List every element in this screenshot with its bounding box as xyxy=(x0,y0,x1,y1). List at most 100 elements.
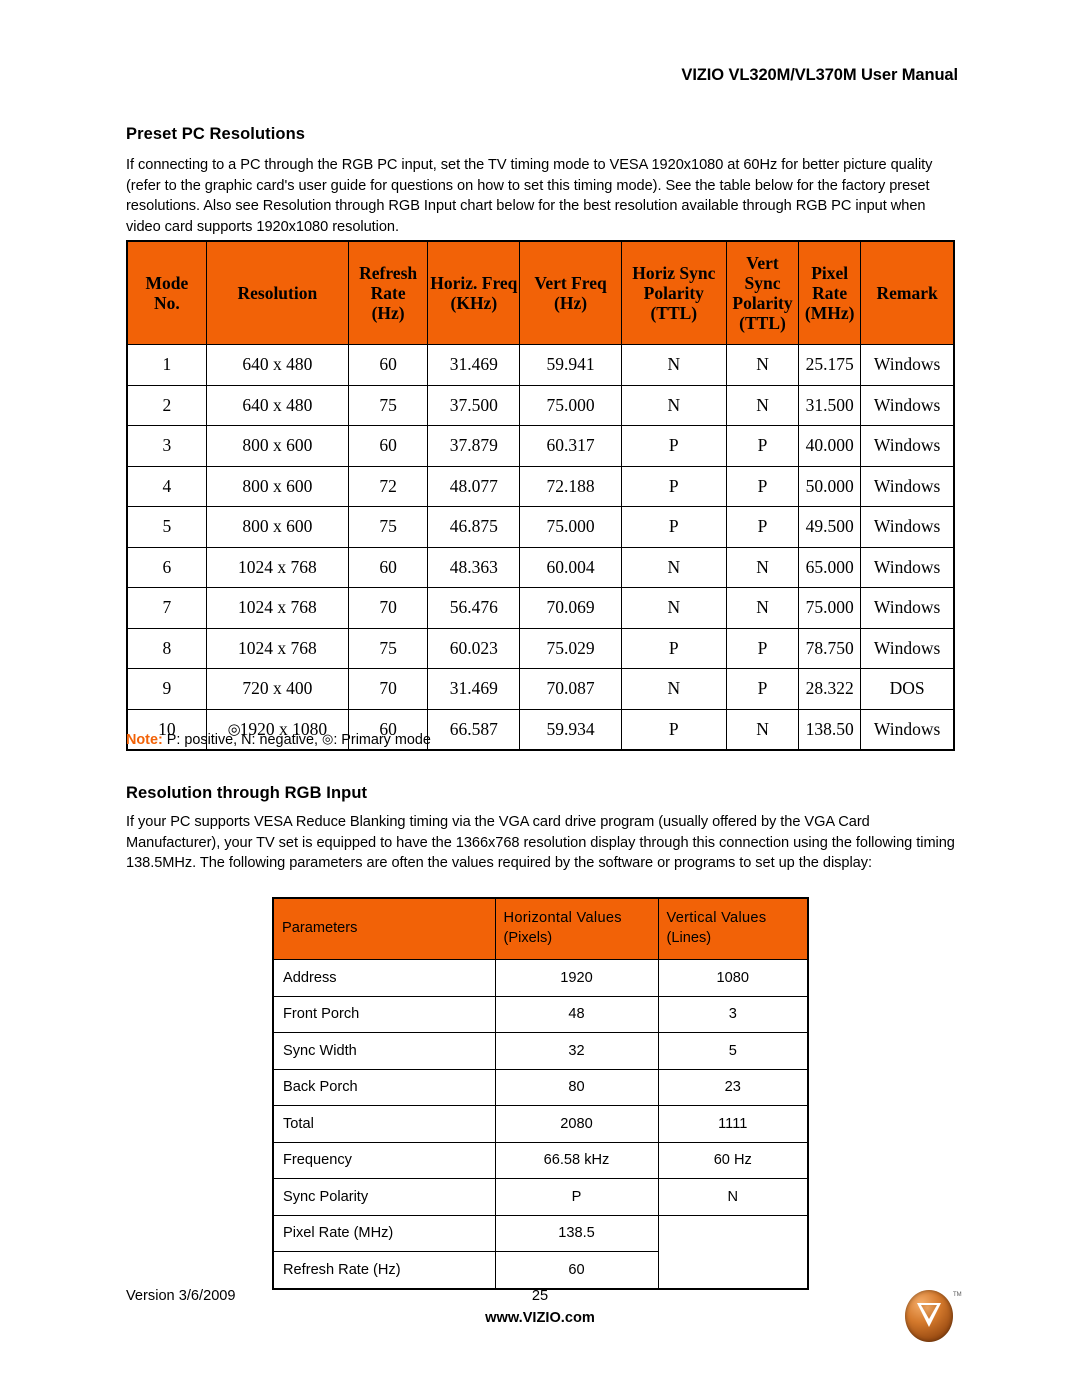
cell-mode-no: 4 xyxy=(126,465,207,507)
cell-refresh-rate: 75 xyxy=(348,627,429,669)
cell-vert-freq: 60.004 xyxy=(519,546,622,588)
cell-vert-sync-polarity: P xyxy=(725,465,800,507)
cell-vert-freq: 59.941 xyxy=(519,344,622,386)
cell-horiz-sync-polarity: N xyxy=(620,344,727,386)
cell-parameter-name: Sync Width xyxy=(272,1032,496,1070)
cell-pixel-rate: 49.500 xyxy=(798,506,862,548)
cell-horizontal-value: 138.5 xyxy=(494,1214,659,1252)
table-row: Front Porch 48 3 xyxy=(272,995,809,1033)
table-row: Back Porch 80 23 xyxy=(272,1068,809,1106)
horizontal-values-line1: Horizontal Values xyxy=(503,910,622,926)
note-label: Note: xyxy=(126,732,163,748)
cell-vert-freq: 75.000 xyxy=(519,506,622,548)
cell-vert-freq: 70.087 xyxy=(519,668,622,710)
cell-vertical-value: 1111 xyxy=(657,1105,809,1143)
header-line: Rate xyxy=(370,283,406,303)
cell-parameter-name: Pixel Rate (MHz) xyxy=(272,1214,496,1252)
header-line: Remark xyxy=(876,283,938,303)
cell-pixel-rate: 28.322 xyxy=(798,668,862,710)
column-header-resolution: Resolution xyxy=(205,240,350,345)
table-row: 3 800 x 600 60 37.879 60.317 P P 40.000 Windows xyxy=(126,425,955,467)
cell-mode-no: 2 xyxy=(126,384,207,426)
cell-vert-sync-polarity: N xyxy=(725,708,800,751)
cell-refresh-rate: 70 xyxy=(348,587,429,629)
cell-vert-sync-polarity: N xyxy=(725,384,800,426)
cell-vert-sync-polarity: P xyxy=(725,668,800,710)
cell-mode-no: 6 xyxy=(126,546,207,588)
column-header-vert-freq: Vert Freq (Hz) xyxy=(519,240,622,345)
cell-horizontal-value: 1920 xyxy=(494,959,659,997)
cell-pixel-rate: 78.750 xyxy=(798,627,862,669)
cell-horizontal-value: P xyxy=(494,1178,659,1216)
cell-resolution: 1024 x 768 xyxy=(205,627,350,669)
header-line: Vert xyxy=(746,253,779,273)
cell-refresh-rate: 60 xyxy=(348,425,429,467)
cell-vertical-value: N xyxy=(657,1178,809,1216)
column-header-vertical-values: Vertical Values (Lines) xyxy=(657,897,809,960)
table-row: Sync Width 32 5 xyxy=(272,1032,809,1070)
cell-empty xyxy=(658,1215,808,1252)
cell-mode-no: 7 xyxy=(126,587,207,629)
cell-resolution: 800 x 600 xyxy=(205,506,350,548)
cell-refresh-rate: 60 xyxy=(348,344,429,386)
cell-horiz-freq: 37.500 xyxy=(427,384,521,426)
section-heading-resolution-through-rgb-input: Resolution through RGB Input xyxy=(126,784,368,802)
column-header-horiz-sync-polarity: Horiz Sync Polarity (TTL) xyxy=(620,240,727,345)
cell-parameter-name: Address xyxy=(272,959,496,997)
header-line: Horiz Sync xyxy=(632,263,716,283)
cell-pixel-rate: 65.000 xyxy=(798,546,862,588)
cell-vert-sync-polarity: P xyxy=(725,425,800,467)
table-row: Frequency 66.58 kHz 60 Hz xyxy=(272,1141,809,1179)
cell-vert-freq: 75.000 xyxy=(519,384,622,426)
cell-pixel-rate: 31.500 xyxy=(798,384,862,426)
cell-horiz-sync-polarity: P xyxy=(620,425,727,467)
column-header-horizontal-values: Horizontal Values (Pixels) xyxy=(494,897,659,960)
header-line: (KHz) xyxy=(450,293,498,313)
column-header-pixel-rate: Pixel Rate (MHz) xyxy=(798,240,862,345)
cell-horizontal-value: 2080 xyxy=(494,1105,659,1143)
cell-vert-sync-polarity: P xyxy=(725,627,800,669)
cell-horiz-freq: 37.879 xyxy=(427,425,521,467)
note-text-b: : Primary mode xyxy=(333,732,431,748)
cell-pixel-rate: 40.000 xyxy=(798,425,862,467)
horizontal-values-line2: (Pixels) xyxy=(503,930,553,946)
cell-horiz-freq: 66.587 xyxy=(427,708,521,751)
header-line: Rate xyxy=(812,283,848,303)
cell-vert-freq: 70.069 xyxy=(519,587,622,629)
cell-vert-freq: 59.934 xyxy=(519,708,622,751)
table-row: Pixel Rate (MHz) 138.5 xyxy=(272,1214,808,1252)
cell-remark: Windows xyxy=(860,384,955,426)
cell-horiz-sync-polarity: P xyxy=(620,627,727,669)
cell-vert-freq: 72.188 xyxy=(519,465,622,507)
cell-horizontal-value: 66.58 kHz xyxy=(494,1141,659,1179)
cell-vert-sync-polarity: N xyxy=(725,587,800,629)
cell-mode-no: 1 xyxy=(126,344,207,386)
cell-resolution: 1024 x 768 xyxy=(205,546,350,588)
cell-pixel-rate: 25.175 xyxy=(798,344,862,386)
cell-vertical-value: 1080 xyxy=(657,959,809,997)
cell-parameter-name: Back Porch xyxy=(272,1068,496,1106)
header-line: Sync xyxy=(744,273,781,293)
cell-horiz-freq: 56.476 xyxy=(427,587,521,629)
header-line: Horiz. Freq xyxy=(430,273,518,293)
column-header-remark: Remark xyxy=(860,240,955,345)
cell-refresh-rate: 75 xyxy=(348,384,429,426)
cell-refresh-rate: 60 xyxy=(348,546,429,588)
cell-horiz-freq: 31.469 xyxy=(427,344,521,386)
trademark-mark: TM xyxy=(953,1292,962,1298)
header-line: Polarity xyxy=(643,283,704,303)
cell-empty xyxy=(658,1252,808,1289)
cell-vert-sync-polarity: P xyxy=(725,506,800,548)
table-row: Address 1920 1080 xyxy=(272,959,809,997)
header-line: Mode xyxy=(145,273,189,293)
cell-resolution: 800 x 600 xyxy=(205,465,350,507)
cell-horiz-freq: 46.875 xyxy=(427,506,521,548)
paragraph-preset-pc-resolutions: If connecting to a PC through the RGB PC… xyxy=(126,157,933,235)
cell-refresh-rate: 75 xyxy=(348,506,429,548)
cell-vert-sync-polarity: N xyxy=(725,344,800,386)
cell-resolution: 720 x 400 xyxy=(205,668,350,710)
column-header-horiz-freq: Horiz. Freq (KHz) xyxy=(427,240,521,345)
document-page: VIZIO VL320M/VL370M User Manual Preset P… xyxy=(0,0,1080,1397)
column-header-parameters: Parameters xyxy=(272,897,496,960)
cell-vertical-value: 3 xyxy=(657,995,809,1033)
